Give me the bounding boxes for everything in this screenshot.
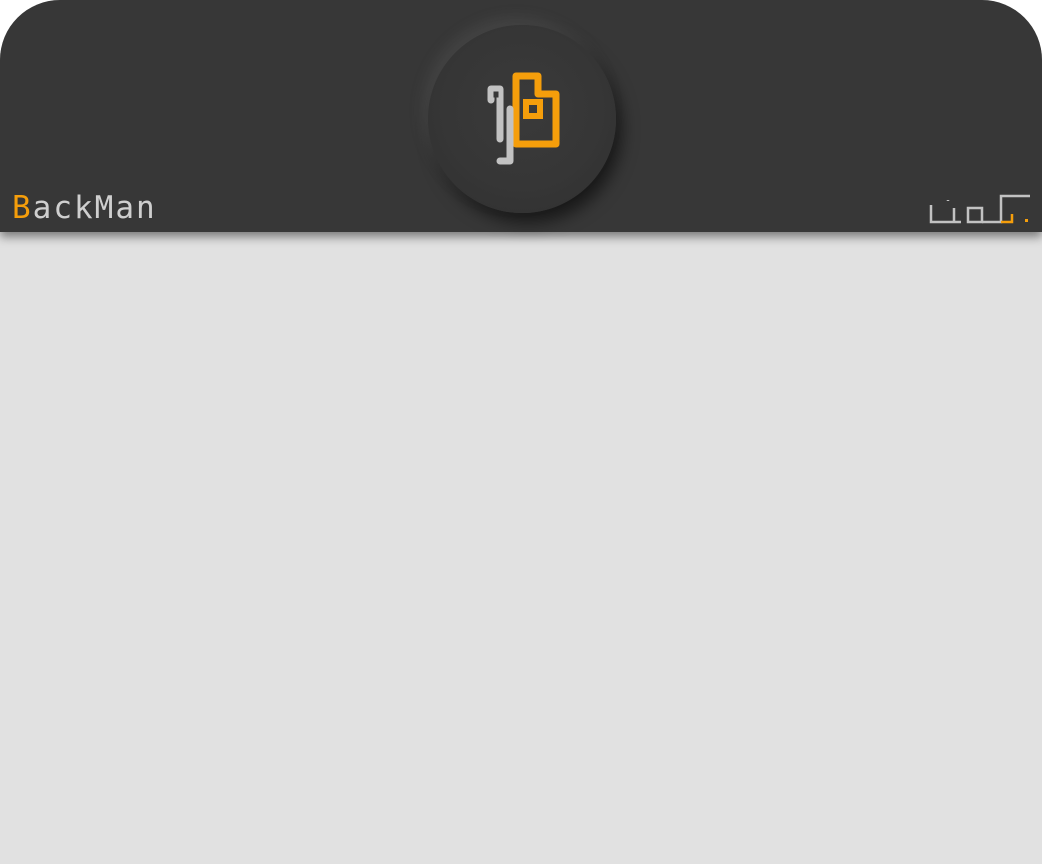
brand-mark-icon xyxy=(929,194,1030,224)
app-title-rest: ackMan xyxy=(32,190,157,226)
logo-button[interactable] xyxy=(428,25,616,213)
app-window: BackMan xyxy=(0,0,1042,864)
main-content-area xyxy=(0,232,1042,864)
app-title-initial: B xyxy=(12,190,33,226)
backman-logo-icon xyxy=(487,72,560,165)
app-title: BackMan xyxy=(12,188,157,228)
app-header: BackMan xyxy=(0,0,1042,232)
